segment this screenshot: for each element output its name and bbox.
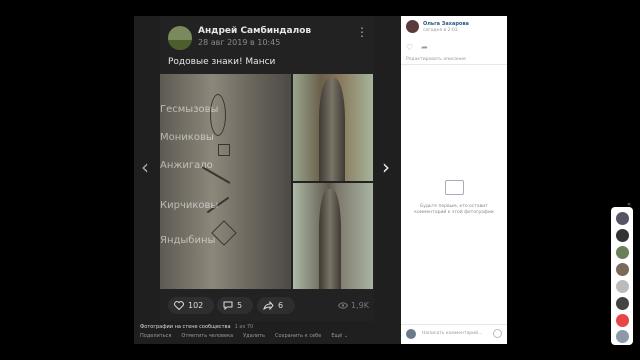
share-link[interactable]: Поделиться bbox=[140, 333, 171, 339]
overlay-word: Гесмызовы bbox=[160, 104, 219, 115]
chat-avatar[interactable] bbox=[616, 212, 629, 225]
next-photo-button[interactable]: › bbox=[382, 155, 390, 179]
chat-avatar[interactable] bbox=[616, 330, 629, 343]
post-date[interactable]: 28 авг 2019 в 10:45 bbox=[198, 38, 280, 47]
comment-count: 5 bbox=[237, 301, 243, 310]
save-link[interactable]: Сохранить к себе bbox=[275, 333, 321, 339]
photo-carved-pole-forest[interactable] bbox=[293, 183, 373, 289]
share-icon[interactable]: ➦ bbox=[421, 43, 428, 52]
photo-actions: Поделиться Отметить человека Удалить Сох… bbox=[140, 333, 348, 339]
comment-bubble-icon bbox=[445, 180, 464, 195]
comment-button[interactable]: 5 bbox=[217, 297, 253, 314]
edit-description-link[interactable]: Редактировать описание bbox=[406, 57, 466, 62]
like-button[interactable]: 102 bbox=[168, 297, 214, 314]
chat-avatar[interactable] bbox=[616, 280, 629, 293]
author-avatar[interactable] bbox=[168, 26, 192, 50]
previous-photo-button[interactable]: ‹ bbox=[141, 155, 149, 179]
uploader-avatar[interactable] bbox=[406, 20, 419, 33]
views-count: 1,9K bbox=[351, 301, 369, 310]
overlay-word: Кирчиковы bbox=[160, 200, 219, 211]
heart-icon bbox=[174, 301, 184, 310]
chat-avatar[interactable] bbox=[616, 229, 629, 242]
more-vertical-icon[interactable]: ⋮ bbox=[356, 26, 368, 38]
overlay-word: Мониковы bbox=[160, 132, 214, 143]
like-count: 102 bbox=[188, 301, 204, 310]
my-avatar bbox=[406, 329, 416, 339]
divider bbox=[401, 324, 507, 325]
author-name[interactable]: Андрей Самбиндалов bbox=[198, 26, 311, 36]
chat-avatar[interactable] bbox=[616, 297, 629, 310]
eye-icon bbox=[338, 302, 348, 309]
photo-carved-pole-top[interactable] bbox=[293, 74, 373, 181]
overlay-word: Анжигало bbox=[160, 160, 213, 171]
share-icon bbox=[263, 301, 274, 310]
uploader-name[interactable]: Ольга Захарова bbox=[423, 21, 469, 27]
heart-icon[interactable]: ♡ bbox=[406, 43, 413, 52]
emoji-icon[interactable] bbox=[493, 329, 502, 338]
photo-counter: 1 из 70 bbox=[234, 324, 254, 330]
chat-avatar[interactable] bbox=[616, 314, 629, 327]
more-link[interactable]: Ещё ⌄ bbox=[331, 333, 348, 339]
chat-avatar[interactable] bbox=[616, 263, 629, 276]
view-counter: 1,9K bbox=[338, 297, 369, 314]
share-button[interactable]: 6 bbox=[257, 297, 295, 314]
photo-carved-pole-large[interactable]: Гесмызовы Мониковы Анжигало Кирчиковы Ян… bbox=[160, 74, 291, 289]
empty-comments-text: Будьте первым, кто оставит комментарий к… bbox=[414, 204, 494, 215]
share-count: 6 bbox=[278, 301, 284, 310]
comment-icon bbox=[223, 301, 233, 310]
overlay-word: Яндыбины bbox=[160, 235, 216, 246]
chat-avatar[interactable] bbox=[616, 246, 629, 259]
delete-link[interactable]: Удалить bbox=[243, 333, 265, 339]
divider bbox=[401, 64, 507, 65]
album-title: Фотографии на стене сообщества 1 из 70 bbox=[140, 324, 253, 330]
album-name[interactable]: Фотографии на стене сообщества bbox=[140, 324, 231, 330]
post-text: Родовые знаки! Манси bbox=[168, 57, 276, 67]
comment-input[interactable]: Написать комментарий... bbox=[422, 331, 482, 336]
tag-person-link[interactable]: Отметить человека bbox=[181, 333, 233, 339]
panel-actions: ♡ ➦ bbox=[406, 43, 428, 52]
upload-time: сегодня в 2:03 bbox=[423, 28, 458, 33]
